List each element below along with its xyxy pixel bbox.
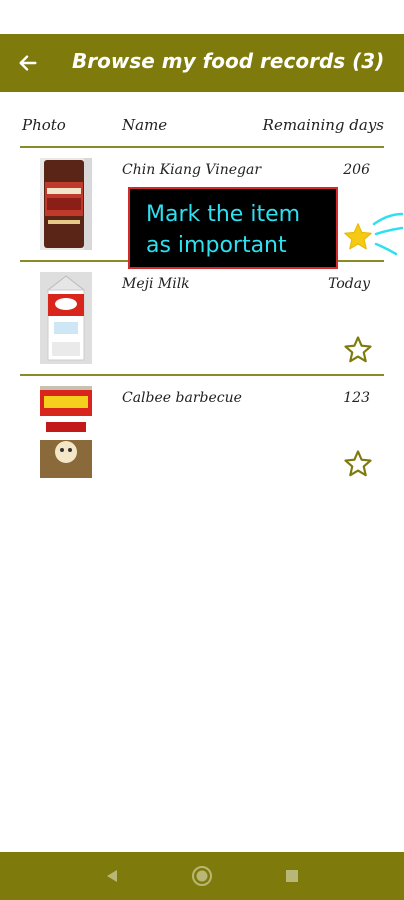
item-remaining-days: 123 — [343, 390, 370, 406]
arrow-left-icon — [19, 55, 37, 71]
star-outline-icon — [344, 336, 372, 363]
item-remaining-days: 206 — [343, 162, 370, 178]
highlight-sparkle-icon — [372, 212, 404, 256]
circle-home-icon — [192, 866, 212, 886]
triangle-back-icon — [107, 870, 117, 882]
chips-bag-photo — [40, 386, 92, 478]
important-star-button[interactable] — [342, 448, 374, 480]
nav-back-button[interactable] — [100, 864, 124, 888]
page-title: Browse my food records (3) — [72, 49, 385, 73]
vinegar-bottle-photo — [40, 158, 92, 250]
milk-carton-photo — [40, 272, 92, 364]
tutorial-tooltip: Mark the item as important — [128, 187, 338, 269]
list-item[interactable]: Calbee barbecue 123 — [20, 376, 384, 488]
nav-home-button[interactable] — [190, 864, 214, 888]
star-outline-icon — [344, 450, 372, 477]
list-item[interactable]: Meji Milk Today — [20, 262, 384, 374]
back-button[interactable] — [10, 46, 46, 80]
item-name: Meji Milk — [122, 276, 190, 292]
system-nav-bar — [0, 852, 404, 900]
tooltip-line-1: Mark the item — [146, 202, 301, 227]
column-header-photo: Photo — [22, 116, 66, 134]
square-recents-icon — [286, 870, 298, 882]
column-header-remaining: Remaining days — [262, 116, 384, 134]
nav-recents-button[interactable] — [280, 864, 304, 888]
important-star-button[interactable] — [342, 334, 374, 366]
app-bar: Browse my food records (3) — [0, 34, 404, 92]
column-header-name: Name — [122, 116, 168, 134]
status-bar — [0, 0, 404, 34]
item-name: Calbee barbecue — [122, 390, 242, 406]
item-remaining-days: Today — [328, 276, 370, 292]
item-name: Chin Kiang Vinegar — [122, 162, 262, 178]
tooltip-line-2: as important — [146, 233, 287, 258]
